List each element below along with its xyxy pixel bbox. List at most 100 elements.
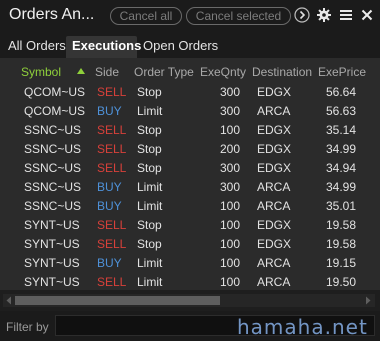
cell-exe-price: 19.58 [325, 237, 356, 251]
table-row[interactable]: SYNT~US SELL Limit 100 ARCA 19.50 [0, 273, 380, 292]
cell-destination: ARCA [257, 199, 291, 213]
cell-side: SELL [97, 85, 127, 99]
cell-order-type: Stop [137, 123, 162, 137]
cell-symbol: SSNC~US [24, 123, 82, 137]
cell-symbol: SSNC~US [24, 180, 82, 194]
cell-exe-price: 56.63 [325, 104, 356, 118]
cell-exe-qnty: 300 [220, 85, 241, 99]
column-header-destination[interactable]: Destination [252, 65, 312, 79]
cell-order-type: Stop [137, 237, 162, 251]
cell-exe-price: 19.50 [325, 275, 356, 289]
cell-side: BUY [97, 256, 122, 270]
cell-destination: EDGX [257, 218, 292, 232]
cell-side: SELL [97, 218, 127, 232]
scroll-right-icon[interactable] [364, 296, 372, 305]
table-row[interactable]: QCOM~US SELL Stop 300 EDGX 56.64 [0, 83, 380, 102]
cell-order-type: Limit [137, 256, 163, 270]
gear-icon[interactable] [316, 7, 332, 23]
cell-destination: ARCA [257, 275, 291, 289]
cell-order-type: Limit [137, 180, 163, 194]
cell-exe-price: 35.01 [325, 199, 356, 213]
scroll-left-icon[interactable] [5, 296, 13, 305]
cell-exe-price: 19.15 [325, 256, 356, 270]
filter-label: Filter by [6, 320, 49, 334]
cell-exe-price: 34.99 [325, 142, 356, 156]
column-header-order-type[interactable]: Order Type [134, 65, 194, 79]
table-row[interactable]: SSNC~US SELL Stop 100 EDGX 35.14 [0, 121, 380, 140]
table-row[interactable]: SSNC~US SELL Stop 300 EDGX 34.94 [0, 159, 380, 178]
table-row[interactable]: SYNT~US BUY Limit 100 ARCA 19.15 [0, 254, 380, 273]
menu-icon[interactable] [338, 7, 354, 23]
cell-destination: ARCA [257, 180, 291, 194]
cell-order-type: Limit [137, 275, 163, 289]
cell-exe-price: 34.99 [325, 180, 356, 194]
title-bar: Orders An... Cancel all Cancel selected [0, 0, 380, 32]
cell-exe-price: 35.14 [325, 123, 356, 137]
cell-exe-qnty: 100 [220, 218, 241, 232]
table-row[interactable]: SSNC~US SELL Stop 200 EDGX 34.99 [0, 140, 380, 159]
cell-symbol: QCOM~US [24, 85, 86, 99]
table-header: Symbol Side Order Type ExeQnty Destinati… [0, 58, 380, 83]
cell-side: BUY [97, 199, 122, 213]
cell-destination: EDGX [257, 237, 292, 251]
table-row[interactable]: SYNT~US SELL Stop 100 EDGX 19.58 [0, 235, 380, 254]
cell-exe-qnty: 300 [220, 104, 241, 118]
tab-open-orders[interactable]: Open Orders [137, 36, 224, 58]
cell-exe-qnty: 100 [220, 256, 241, 270]
cell-order-type: Stop [137, 218, 162, 232]
cell-symbol: SYNT~US [24, 237, 80, 251]
cell-destination: EDGX [257, 142, 292, 156]
cell-exe-qnty: 300 [220, 161, 241, 175]
column-header-exe-qnty[interactable]: ExeQnty [200, 65, 246, 79]
cell-destination: EDGX [257, 85, 292, 99]
close-icon[interactable] [359, 7, 375, 23]
cell-destination: EDGX [257, 123, 292, 137]
cell-symbol: SSNC~US [24, 142, 82, 156]
cell-side: SELL [97, 142, 127, 156]
cancel-selected-button[interactable]: Cancel selected [186, 7, 291, 25]
cell-side: SELL [97, 123, 127, 137]
cell-side: SELL [97, 275, 127, 289]
scrollbar-thumb[interactable] [15, 296, 220, 305]
cell-order-type: Limit [137, 199, 163, 213]
table-row[interactable]: SYNT~US SELL Stop 100 EDGX 19.58 [0, 216, 380, 235]
cell-side: BUY [97, 104, 122, 118]
cell-order-type: Stop [137, 85, 162, 99]
cell-exe-price: 19.58 [325, 218, 356, 232]
sort-ascending-icon[interactable] [77, 68, 85, 74]
cell-symbol: SYNT~US [24, 218, 80, 232]
cell-symbol: SYNT~US [24, 256, 80, 270]
cell-exe-qnty: 100 [220, 275, 241, 289]
column-header-exe-price[interactable]: ExePrice [318, 65, 366, 79]
tab-all-orders[interactable]: All Orders [2, 36, 72, 58]
window-title: Orders An... [9, 6, 95, 23]
cell-exe-price: 34.94 [325, 161, 356, 175]
tab-bar: All Orders Executions Open Orders [0, 32, 380, 58]
table-row[interactable]: SSNC~US BUY Limit 300 ARCA 34.99 [0, 178, 380, 197]
column-header-side[interactable]: Side [95, 65, 119, 79]
cell-side: SELL [97, 161, 127, 175]
cell-exe-qnty: 200 [220, 142, 241, 156]
cell-exe-qnty: 100 [220, 123, 241, 137]
table-row[interactable]: SSNC~US BUY Limit 100 ARCA 35.01 [0, 197, 380, 216]
column-header-symbol[interactable]: Symbol [21, 65, 61, 79]
cell-side: BUY [97, 180, 122, 194]
tab-executions[interactable]: Executions [66, 36, 141, 58]
chevron-right-icon[interactable] [294, 7, 310, 23]
cell-order-type: Limit [137, 104, 163, 118]
horizontal-scrollbar[interactable] [3, 294, 375, 307]
cell-symbol: SSNC~US [24, 199, 82, 213]
watermark: hamaha.net [237, 315, 368, 339]
cell-order-type: Stop [137, 161, 162, 175]
cell-destination: EDGX [257, 161, 292, 175]
cell-exe-qnty: 100 [220, 237, 241, 251]
executions-table: Symbol Side Order Type ExeQnty Destinati… [0, 58, 380, 290]
cell-destination: ARCA [257, 256, 291, 270]
cancel-all-button[interactable]: Cancel all [110, 7, 182, 25]
cell-exe-qnty: 100 [220, 199, 241, 213]
cell-order-type: Stop [137, 142, 162, 156]
cell-symbol: SSNC~US [24, 161, 82, 175]
cell-symbol: QCOM~US [24, 104, 86, 118]
cell-side: SELL [97, 237, 127, 251]
table-row[interactable]: QCOM~US BUY Limit 300 ARCA 56.63 [0, 102, 380, 121]
